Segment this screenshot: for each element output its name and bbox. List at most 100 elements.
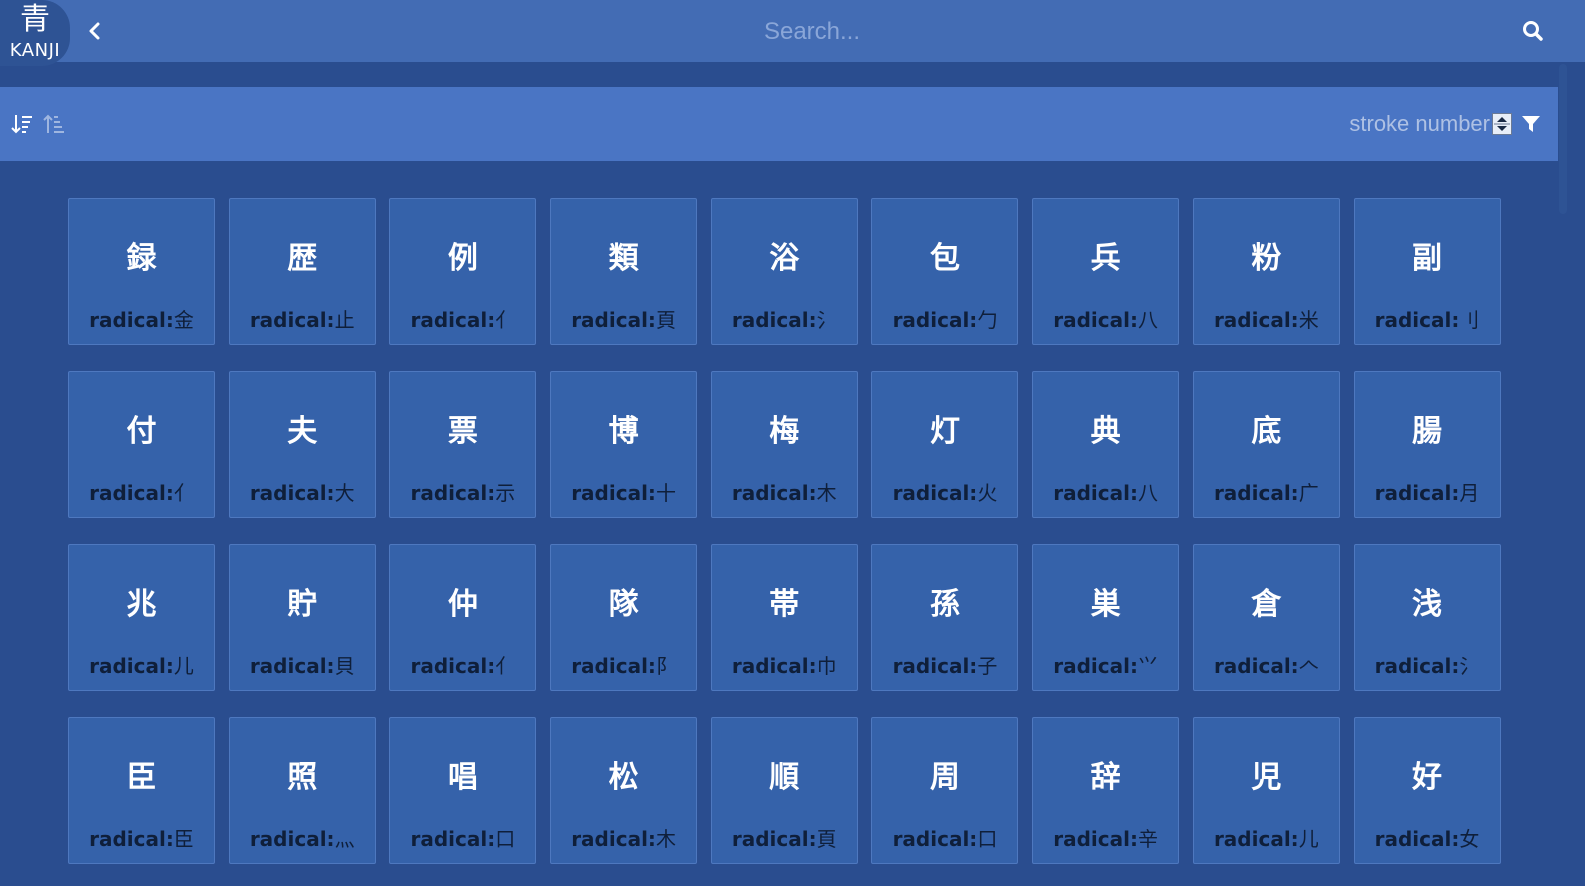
kanji-card[interactable]: 帯 radical:巾	[710, 544, 858, 691]
kanji-character: 臣	[126, 760, 157, 795]
radical-glyph: 刂	[1459, 308, 1480, 332]
kanji-character: 兆	[126, 587, 157, 622]
radical-label: radical:	[731, 308, 817, 332]
sort-descending-icon	[11, 115, 32, 134]
kanji-card[interactable]: 底 radical:广	[1192, 371, 1340, 518]
kanji-card[interactable]: 粉 radical:米	[1192, 198, 1340, 345]
radical-label: radical:	[1374, 654, 1460, 678]
kanji-character: 隊	[608, 587, 639, 622]
kanji-card[interactable]: 例 radical:亻	[389, 198, 537, 345]
filter-button[interactable]	[1521, 114, 1541, 134]
kanji-card[interactable]: 浴 radical:氵	[710, 198, 858, 345]
kanji-card[interactable]: 灯 radical:火	[871, 371, 1019, 518]
kanji-card[interactable]: 貯 radical:貝	[228, 544, 376, 691]
kanji-radical: radical:頁	[551, 307, 696, 333]
kanji-radical: radical:氵	[1355, 653, 1500, 679]
kanji-card[interactable]: 孫 radical:子	[871, 544, 1019, 691]
kanji-radical: radical:辛	[1033, 826, 1178, 852]
kanji-card[interactable]: 兆 radical:儿	[68, 544, 215, 691]
kanji-card[interactable]: 腸 radical:月	[1353, 371, 1501, 518]
radical-label: radical:	[571, 827, 656, 851]
kanji-card[interactable]: 包 radical:勹	[871, 198, 1019, 345]
search-input[interactable]	[330, 10, 1294, 54]
kanji-radical: radical:亻	[69, 480, 214, 506]
kanji-radical: radical:灬	[230, 826, 375, 852]
kanji-card[interactable]: 好 radical:女	[1353, 717, 1501, 864]
radical-label: radical:	[1374, 308, 1460, 332]
radical-glyph: 氵	[816, 308, 837, 332]
kanji-radical: radical:米	[1194, 307, 1339, 333]
kanji-radical: radical:月	[1355, 480, 1500, 506]
logo-kanji: 青	[20, 2, 50, 37]
kanji-card[interactable]: 巣 radical:⺍	[1032, 544, 1180, 691]
vertical-scrollbar[interactable]	[1558, 62, 1568, 886]
kanji-card[interactable]: 類 radical:頁	[550, 198, 698, 345]
kanji-radical: radical:大	[230, 480, 375, 506]
sort-field-label[interactable]: stroke number	[1300, 109, 1490, 139]
kanji-radical: radical:氵	[712, 307, 857, 333]
radical-label: radical:	[571, 481, 656, 505]
kanji-card[interactable]: 付 radical:亻	[68, 371, 215, 518]
kanji-card[interactable]: 梅 radical:木	[710, 371, 858, 518]
back-button[interactable]	[80, 16, 108, 46]
app-logo[interactable]: 青 KANJI	[0, 0, 70, 66]
kanji-card[interactable]: 周 radical:口	[871, 717, 1019, 864]
kanji-radical: radical:儿	[1194, 826, 1339, 852]
kanji-card[interactable]: 兵 radical:八	[1032, 198, 1180, 345]
sort-field-stepper[interactable]	[1492, 113, 1512, 135]
kanji-radical: radical:口	[872, 826, 1017, 852]
kanji-card[interactable]: 典 radical:八	[1032, 371, 1180, 518]
kanji-card[interactable]: 博 radical:十	[550, 371, 698, 518]
radical-label: radical:	[89, 308, 174, 332]
magnifier-icon	[1523, 21, 1543, 41]
radical-label: radical:	[1374, 481, 1460, 505]
kanji-card[interactable]: 隊 radical:阝	[550, 544, 698, 691]
kanji-character: 底	[1251, 414, 1282, 449]
kanji-card[interactable]: 浅 radical:氵	[1353, 544, 1501, 691]
radical-label: radical:	[1053, 308, 1138, 332]
radical-glyph: ⺍	[1138, 654, 1158, 678]
kanji-card[interactable]: 夫 radical:大	[228, 371, 376, 518]
kanji-character: 録	[126, 241, 157, 276]
radical-glyph: 貝	[334, 654, 355, 678]
kanji-card[interactable]: 臣 radical:臣	[68, 717, 215, 864]
kanji-card[interactable]: 順 radical:頁	[710, 717, 858, 864]
kanji-character: 貯	[287, 587, 318, 622]
kanji-card[interactable]: 歴 radical:止	[228, 198, 376, 345]
kanji-character: 包	[929, 241, 960, 276]
kanji-character: 梅	[769, 414, 800, 449]
kanji-radical: radical:𠆢	[1194, 653, 1339, 679]
kanji-radical: radical:巾	[712, 653, 857, 679]
kanji-card[interactable]: 辞 radical:辛	[1032, 717, 1180, 864]
radical-glyph: 示	[495, 481, 516, 505]
radical-glyph: 儿	[1298, 827, 1319, 851]
scrollbar-thumb[interactable]	[1559, 64, 1567, 214]
kanji-character: 票	[447, 414, 478, 449]
kanji-radical: radical:子	[872, 653, 1017, 679]
search-button[interactable]	[1518, 16, 1548, 46]
radical-label: radical:	[892, 654, 978, 678]
logo-text: KANJI	[9, 40, 61, 61]
radical-glyph: 口	[977, 827, 998, 851]
kanji-card[interactable]: 仲 radical:亻	[389, 544, 537, 691]
radical-label: radical:	[1213, 481, 1299, 505]
sort-descending-button[interactable]	[10, 112, 34, 136]
kanji-radical: radical:八	[1033, 480, 1178, 506]
kanji-card[interactable]: 児 radical:儿	[1192, 717, 1340, 864]
kanji-radical: radical:广	[1194, 480, 1339, 506]
kanji-card[interactable]: 副 radical:刂	[1353, 198, 1501, 345]
kanji-card[interactable]: 唱 radical:口	[389, 717, 537, 864]
radical-label: radical:	[410, 654, 496, 678]
sort-ascending-button[interactable]	[42, 112, 66, 136]
kanji-radical: radical:刂	[1355, 307, 1500, 333]
kanji-card[interactable]: 倉 radical:𠆢	[1192, 544, 1340, 691]
kanji-card[interactable]: 録 radical:金	[68, 198, 215, 345]
kanji-character: 腸	[1412, 414, 1442, 449]
kanji-card[interactable]: 票 radical:示	[389, 371, 537, 518]
radical-label: radical:	[410, 308, 496, 332]
kanji-character: 孫	[929, 587, 960, 622]
kanji-card[interactable]: 松 radical:木	[550, 717, 698, 864]
kanji-character: 浅	[1412, 587, 1442, 622]
kanji-card[interactable]: 照 radical:灬	[228, 717, 376, 864]
kanji-character: 灯	[929, 414, 960, 449]
